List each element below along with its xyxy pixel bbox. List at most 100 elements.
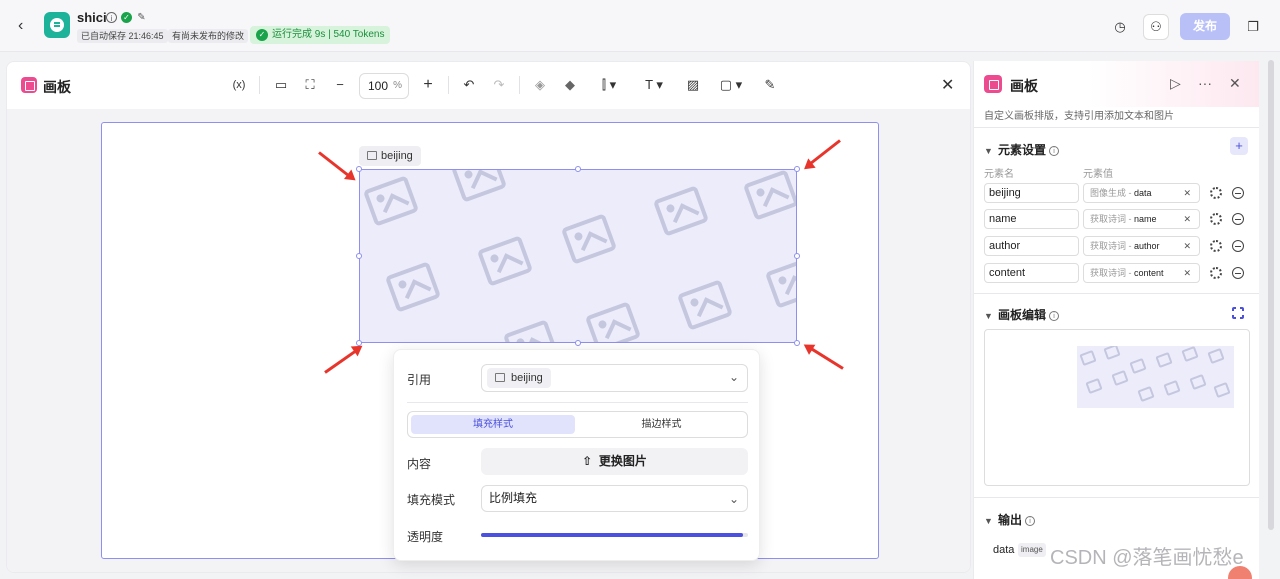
close-icon[interactable]: ✕ [1229,75,1241,92]
fill-mode-value: 比例填充 [489,491,538,505]
image-tool-icon[interactable]: ▨ [685,75,701,95]
element-field: content [1134,268,1164,278]
image-placeholder-icon [476,235,534,287]
info-icon[interactable]: i [1049,311,1060,321]
info-icon[interactable]: i [1049,146,1060,156]
fit-screen-icon[interactable]: ▭ [273,75,289,95]
image-icon [367,151,377,160]
align-icon[interactable]: ⫿ ▾ [595,75,623,95]
ref-chip: beijing [487,368,551,388]
chevron-down-icon: ▼ [984,311,993,321]
ref-select[interactable]: beijing ⌄ [481,364,748,392]
shape-tool-icon[interactable]: ▢ ▾ [715,75,747,95]
variable-tool[interactable]: (x) [231,75,247,95]
canvas-preview[interactable] [984,329,1250,486]
resize-handle[interactable] [575,340,581,346]
replace-image-button[interactable]: ⇧ 更换图片 [481,448,748,475]
resize-handle[interactable] [356,253,362,259]
image-placeholder-icon [1129,357,1147,375]
zoom-unit: % [393,80,402,91]
element-field: name [1134,214,1157,224]
element-name-field[interactable]: author [984,236,1079,256]
element-value-field[interactable]: 获取诗词 - author ✕ [1083,236,1200,256]
clear-icon[interactable]: ✕ [1183,184,1191,202]
divider [974,127,1259,128]
pen-tool-icon[interactable]: ✎ [763,75,777,95]
opacity-label: 透明度 [407,530,444,544]
tab-stroke-style[interactable]: 描边样式 [578,415,745,434]
remove-icon[interactable] [1232,213,1244,225]
image-placeholder-icon [1163,379,1181,397]
expand-icon[interactable] [1232,307,1244,319]
resize-handle[interactable] [794,340,800,346]
element-value-field[interactable]: 图像生成 - data ✕ [1083,183,1200,203]
output-header[interactable]: ▼ 输出 i [984,511,1036,528]
run-icon[interactable]: ▷ [1170,75,1181,92]
image-placeholder-icon [676,279,734,331]
history-icon[interactable]: ◷ [1107,14,1133,40]
scrollbar[interactable] [1268,60,1274,530]
redo-icon[interactable]: ↷ [492,75,506,95]
tab-fill-style[interactable]: 填充样式 [411,415,575,434]
divider [974,497,1259,498]
resize-handle[interactable] [575,166,581,172]
image-placeholder-icon [1103,346,1121,361]
properties-panel: 画板 ▷ ··· ✕ 自定义画板排版，支持引用添加文本和图片 ▼ 元素设置 i + … [973,61,1259,579]
focus-icon[interactable]: ⛶ [302,75,318,95]
image-placeholder-icon [1213,381,1231,399]
canvas-edit-header[interactable]: ▼ 画板编辑 i [984,306,1060,323]
undo-icon[interactable]: ↶ [462,75,476,95]
add-element-button[interactable]: + [1230,137,1248,155]
element-settings-header[interactable]: ▼ 元素设置 i [984,141,1060,158]
image-placeholder-icon [450,170,508,203]
element-name-field[interactable]: content [984,263,1079,283]
chevron-down-icon: ▼ [984,516,993,526]
element-settings-title: 元素设置 [998,143,1047,157]
gear-icon[interactable] [1210,187,1222,199]
verified-icon: ✓ [121,12,132,23]
properties-description: 自定义画板排版，支持引用添加文本和图片 [984,111,1174,122]
back-icon[interactable]: ‹ [18,18,34,34]
properties-header: 画板 ▷ ··· ✕ [974,61,1259,107]
element-name-field[interactable]: beijing [984,183,1079,203]
element-value-field[interactable]: 获取诗词 - name ✕ [1083,209,1200,229]
publish-button[interactable]: 发布 [1180,13,1230,40]
info-icon[interactable]: i [1025,516,1036,526]
gear-icon[interactable] [1210,240,1222,252]
element-value-field[interactable]: 获取诗词 - content ✕ [1083,263,1200,283]
close-icon[interactable]: ✕ [941,75,954,95]
edit-icon[interactable]: ✎ [136,12,147,23]
clear-icon[interactable]: ✕ [1183,210,1191,228]
image-placeholder[interactable] [359,169,797,343]
layer-up-icon[interactable]: ◈ [533,75,547,95]
collaborate-icon[interactable]: ⚇ [1143,14,1169,40]
resize-handle[interactable] [356,166,362,172]
remove-icon[interactable] [1232,187,1244,199]
zoom-out-icon[interactable]: − [333,75,347,95]
image-placeholder-icon [1207,347,1225,365]
more-icon[interactable]: ··· [1198,75,1212,91]
zoom-in-icon[interactable]: + [421,75,435,95]
opacity-slider[interactable] [481,533,748,537]
image-placeholder-icon [584,301,642,342]
element-label: beijing [359,146,421,166]
element-name-field[interactable]: name [984,209,1079,229]
remove-icon[interactable] [1232,267,1244,279]
gear-icon[interactable] [1210,267,1222,279]
clear-icon[interactable]: ✕ [1183,237,1191,255]
resize-handle[interactable] [794,253,800,259]
info-icon[interactable]: i [106,12,117,23]
layers-icon[interactable]: ◆ [563,75,577,95]
zoom-input[interactable]: 100 % [359,73,409,99]
divider [407,402,748,403]
run-status-badge: ✓ 运行完成 9s | 540 Tokens [250,26,391,44]
resize-handle[interactable] [794,166,800,172]
image-placeholder-icon [1111,369,1129,387]
image-properties-popup: 引用 beijing ⌄ 填充样式 描边样式 内容 ⇧ 更换图片 填充模式 比例… [393,349,760,561]
gear-icon[interactable] [1210,213,1222,225]
remove-icon[interactable] [1232,240,1244,252]
clear-icon[interactable]: ✕ [1183,264,1191,282]
text-tool[interactable]: T ▾ [641,75,667,95]
window-icon[interactable]: ❐ [1240,14,1266,40]
fill-mode-select[interactable]: 比例填充 ⌄ [481,485,748,512]
